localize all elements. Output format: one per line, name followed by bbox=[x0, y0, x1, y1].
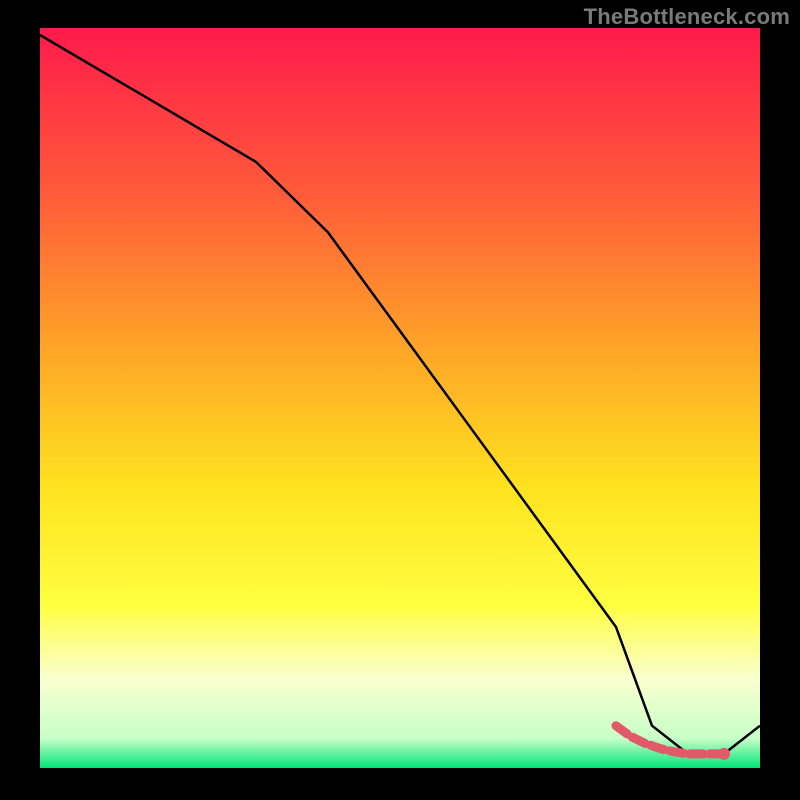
highlight-end-dot bbox=[718, 748, 730, 760]
watermark-text: TheBottleneck.com bbox=[584, 4, 790, 30]
gradient-background bbox=[40, 28, 760, 768]
chart-svg bbox=[40, 28, 760, 768]
chart-frame: TheBottleneck.com bbox=[0, 0, 800, 800]
plot-container bbox=[40, 28, 760, 768]
